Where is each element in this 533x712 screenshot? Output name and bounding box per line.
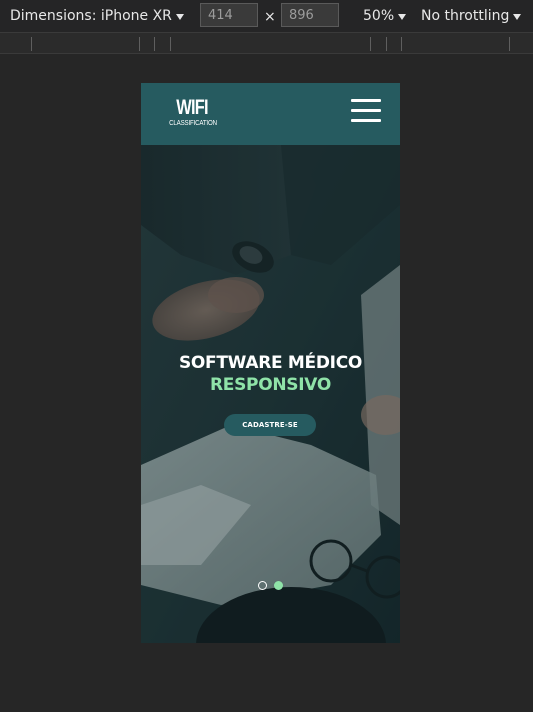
hamburger-menu-icon[interactable] bbox=[351, 99, 381, 123]
ruler-tick bbox=[386, 37, 387, 51]
caret-down-icon bbox=[513, 13, 522, 20]
device-dimensions-dropdown[interactable]: Dimensions: iPhone XR bbox=[10, 0, 184, 32]
viewport-width-input[interactable] bbox=[200, 3, 258, 27]
carousel-dot-2-active[interactable] bbox=[274, 581, 283, 590]
media-query-ruler[interactable] bbox=[0, 32, 533, 54]
device-viewport: WIFI CLASSIFICATION SOFTWARE MÉDICO RESP… bbox=[141, 83, 400, 643]
logo-tagline: CLASSIFICATION bbox=[169, 120, 217, 127]
hero-carousel: SOFTWARE MÉDICO RESPONSIVO CADASTRE-SE bbox=[141, 145, 400, 643]
ruler-tick bbox=[139, 37, 140, 51]
ruler-tick bbox=[31, 37, 32, 51]
carousel-dot-1[interactable] bbox=[258, 581, 267, 590]
signup-button[interactable]: CADASTRE-SE bbox=[224, 414, 316, 436]
caret-down-icon bbox=[398, 13, 407, 20]
devtools-device-toolbar: Dimensions: iPhone XR × 50% No throttlin… bbox=[0, 0, 533, 32]
logo-wordmark: WIFI bbox=[176, 96, 208, 119]
throttling-dropdown[interactable]: No throttling bbox=[421, 0, 522, 32]
site-navbar: WIFI CLASSIFICATION bbox=[141, 83, 400, 145]
ruler-tick bbox=[401, 37, 402, 51]
viewport-height-input[interactable] bbox=[281, 3, 339, 27]
site-logo[interactable]: WIFI CLASSIFICATION bbox=[166, 97, 218, 133]
device-dimensions-label: Dimensions: iPhone XR bbox=[10, 8, 172, 24]
dimension-separator: × bbox=[264, 9, 276, 25]
ruler-tick bbox=[170, 37, 171, 51]
zoom-label: 50% bbox=[363, 8, 395, 24]
ruler-tick bbox=[154, 37, 155, 51]
hero-headline: SOFTWARE MÉDICO RESPONSIVO bbox=[141, 352, 400, 396]
caret-down-icon bbox=[175, 13, 184, 20]
hero-title-line1: SOFTWARE MÉDICO bbox=[178, 353, 363, 373]
throttling-label: No throttling bbox=[421, 8, 510, 24]
ruler-tick bbox=[509, 37, 510, 51]
zoom-dropdown[interactable]: 50% bbox=[363, 0, 407, 32]
ruler-tick bbox=[370, 37, 371, 51]
hero-title-line2: RESPONSIVO bbox=[210, 375, 331, 395]
